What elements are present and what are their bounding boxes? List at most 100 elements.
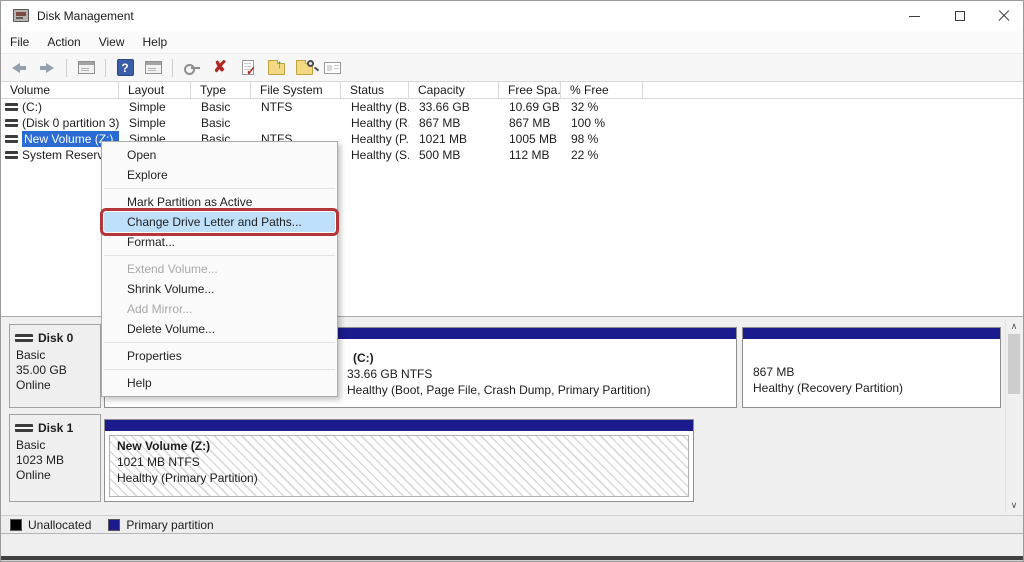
disk0-size: 35.00 GB bbox=[16, 363, 100, 378]
legend-bar: Unallocated Primary partition bbox=[1, 515, 1023, 534]
menu-item-format[interactable]: Format... bbox=[102, 232, 337, 252]
action-menu-button[interactable] bbox=[181, 57, 203, 79]
disk-icon bbox=[15, 334, 33, 342]
disk0-info-panel[interactable]: Disk 0 Basic 35.00 GB Online bbox=[9, 324, 101, 408]
console-window-button[interactable] bbox=[75, 57, 97, 79]
partition-recovery[interactable]: 867 MB Healthy (Recovery Partition) bbox=[742, 327, 1001, 408]
cell-type: Basic bbox=[191, 99, 251, 115]
folder-up-icon: ↑ bbox=[268, 63, 285, 75]
help-icon: ? bbox=[117, 59, 134, 76]
folder-up-button[interactable]: ↑ bbox=[265, 57, 287, 79]
scrollbar-vertical[interactable]: ∧ ∨ bbox=[1005, 319, 1021, 513]
partition-z-size: 1021 MB NTFS bbox=[117, 454, 258, 470]
help-button[interactable]: ? bbox=[114, 57, 136, 79]
volume-row-disk0-partition3[interactable]: (Disk 0 partition 3) Simple Basic Health… bbox=[1, 115, 1023, 131]
column-header-filler bbox=[643, 82, 1023, 99]
column-header-status[interactable]: Status bbox=[341, 82, 409, 99]
disk1-info-panel[interactable]: Disk 1 Basic 1023 MB Online bbox=[9, 414, 101, 502]
document-check-button[interactable] bbox=[237, 57, 259, 79]
maximize-icon bbox=[955, 11, 965, 21]
partition-c-size: 33.66 GB NTFS bbox=[347, 366, 650, 382]
cell-free-space: 112 MB bbox=[499, 147, 561, 163]
forward-button[interactable] bbox=[36, 57, 58, 79]
menu-separator bbox=[104, 342, 335, 343]
cell-capacity: 500 MB bbox=[409, 147, 499, 163]
legend-color-unallocated bbox=[10, 519, 22, 531]
delete-x-icon: ✘ bbox=[213, 60, 226, 76]
menu-help[interactable]: Help bbox=[134, 31, 177, 53]
action-menu-icon bbox=[184, 63, 201, 73]
menu-item-shrink-volume[interactable]: Shrink Volume... bbox=[102, 279, 337, 299]
folder-search-button[interactable] bbox=[293, 57, 315, 79]
disk1-name: Disk 1 bbox=[38, 421, 73, 435]
minimize-icon bbox=[909, 16, 920, 17]
cell-pct-free: 100 % bbox=[561, 115, 643, 131]
column-header-free-space[interactable]: Free Spa... bbox=[499, 82, 561, 99]
scroll-down-arrow[interactable]: ∨ bbox=[1006, 498, 1022, 513]
menu-item-delete-volume[interactable]: Delete Volume... bbox=[102, 319, 337, 339]
menu-action[interactable]: Action bbox=[38, 31, 89, 53]
volume-icon bbox=[5, 135, 18, 143]
title-bar: Disk Management bbox=[1, 1, 1023, 31]
back-icon bbox=[12, 63, 26, 73]
properties-window-button[interactable] bbox=[142, 57, 164, 79]
back-button[interactable] bbox=[8, 57, 30, 79]
menu-separator bbox=[104, 255, 335, 256]
column-header-volume[interactable]: Volume bbox=[1, 82, 119, 99]
partition-recovery-size: 867 MB bbox=[753, 364, 903, 380]
column-header-pct-free[interactable]: % Free bbox=[561, 82, 643, 99]
context-menu: Open Explore Mark Partition as Active Ch… bbox=[101, 141, 338, 397]
primary-partition-strip bbox=[743, 328, 1000, 339]
maximize-button[interactable] bbox=[943, 1, 977, 31]
toolbar-separator bbox=[172, 59, 173, 77]
column-header-capacity[interactable]: Capacity bbox=[409, 82, 499, 99]
partition-z-label: New Volume (Z:) bbox=[117, 438, 258, 454]
volume-row-c[interactable]: (C:) Simple Basic NTFS Healthy (B... 33.… bbox=[1, 99, 1023, 115]
column-header-file-system[interactable]: File System bbox=[251, 82, 341, 99]
cell-file-system: NTFS bbox=[251, 99, 341, 115]
menu-item-explore[interactable]: Explore bbox=[102, 165, 337, 185]
menu-item-help[interactable]: Help bbox=[102, 373, 337, 393]
cell-status: Healthy (B... bbox=[341, 99, 409, 115]
app-icon bbox=[13, 9, 29, 22]
cell-capacity: 33.66 GB bbox=[409, 99, 499, 115]
menu-file[interactable]: File bbox=[1, 31, 38, 53]
volume-name: (C:) bbox=[22, 99, 42, 115]
document-check-icon bbox=[242, 60, 254, 75]
cell-type: Basic bbox=[191, 115, 251, 131]
cell-free-space: 1005 MB bbox=[499, 131, 561, 147]
volume-icon bbox=[5, 103, 18, 111]
cell-layout: Simple bbox=[119, 99, 191, 115]
partition-c-label: (C:) bbox=[347, 350, 650, 366]
cell-pct-free: 22 % bbox=[561, 147, 643, 163]
delete-volume-button[interactable]: ✘ bbox=[209, 57, 231, 79]
scrollbar-thumb[interactable] bbox=[1008, 334, 1020, 394]
close-icon bbox=[998, 10, 1010, 22]
scroll-up-arrow[interactable]: ∧ bbox=[1006, 319, 1022, 334]
details-pane-button[interactable] bbox=[321, 57, 343, 79]
menu-separator bbox=[104, 369, 335, 370]
cell-status: Healthy (R... bbox=[341, 115, 409, 131]
menu-item-properties[interactable]: Properties bbox=[102, 346, 337, 366]
folder-search-icon bbox=[296, 63, 313, 75]
cell-free-space: 867 MB bbox=[499, 115, 561, 131]
menu-separator bbox=[104, 188, 335, 189]
minimize-button[interactable] bbox=[897, 1, 931, 31]
menu-item-open[interactable]: Open bbox=[102, 145, 337, 165]
partition-new-volume-z[interactable]: New Volume (Z:) 1021 MB NTFS Healthy (Pr… bbox=[104, 419, 694, 502]
menu-item-change-drive-letter[interactable]: Change Drive Letter and Paths... bbox=[104, 212, 335, 232]
column-header-type[interactable]: Type bbox=[191, 82, 251, 99]
toolbar: ? ✘ ↑ bbox=[1, 53, 1023, 82]
volume-name: (Disk 0 partition 3) bbox=[22, 115, 119, 131]
menu-item-add-mirror: Add Mirror... bbox=[102, 299, 337, 319]
disk1-state: Online bbox=[16, 468, 100, 483]
close-button[interactable] bbox=[987, 1, 1021, 31]
menu-view[interactable]: View bbox=[90, 31, 134, 53]
volume-list-header: Volume Layout Type File System Status Ca… bbox=[1, 82, 1023, 99]
column-header-layout[interactable]: Layout bbox=[119, 82, 191, 99]
console-window-icon bbox=[78, 61, 95, 74]
volume-icon bbox=[5, 151, 18, 159]
menu-item-mark-partition-active[interactable]: Mark Partition as Active bbox=[102, 192, 337, 212]
cell-capacity: 867 MB bbox=[409, 115, 499, 131]
details-pane-icon bbox=[324, 62, 341, 74]
